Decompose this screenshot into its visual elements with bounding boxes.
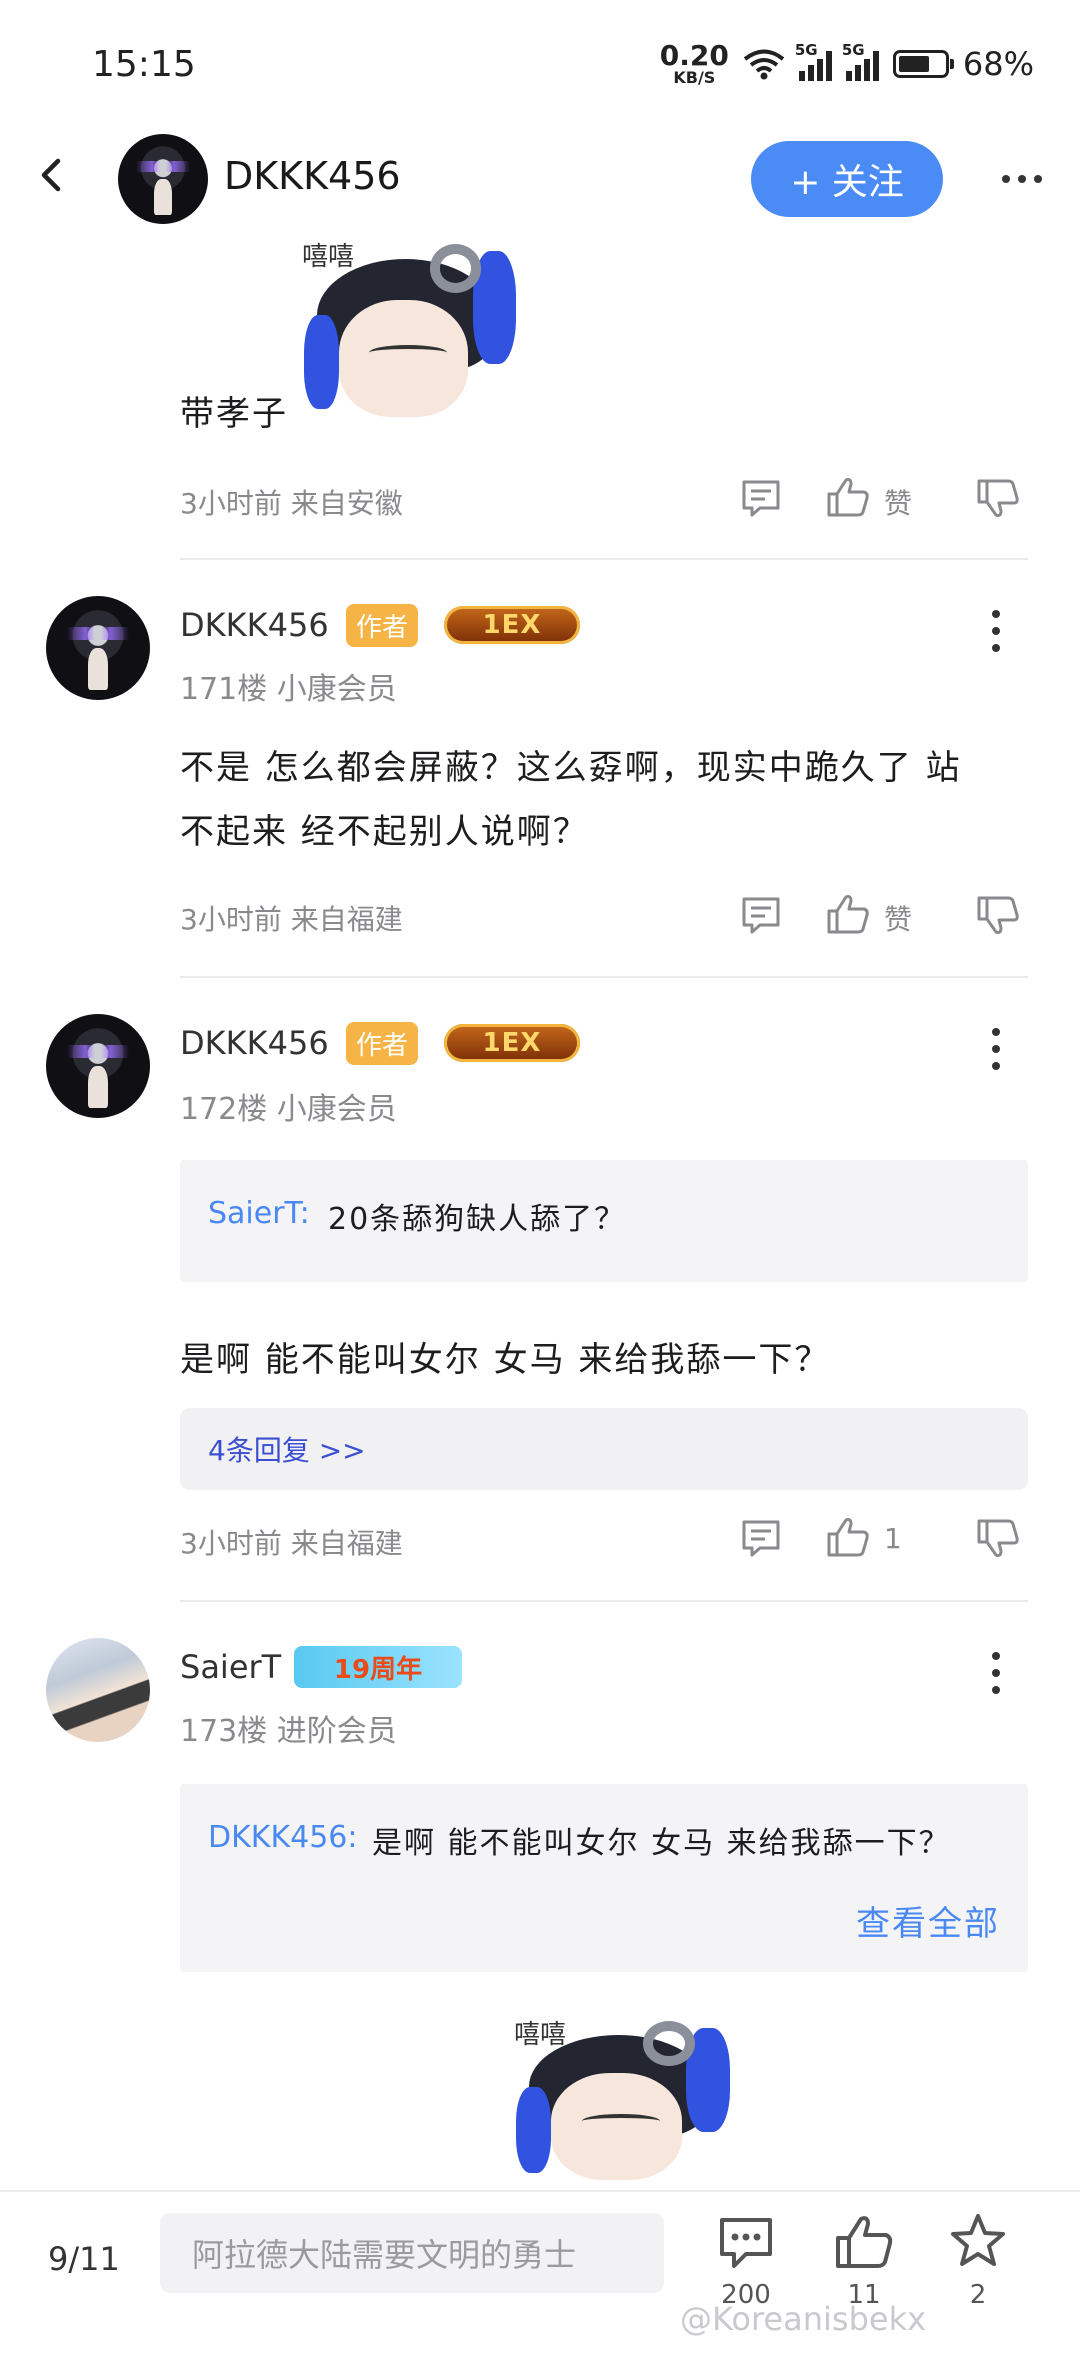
like-label[interactable]: 赞 (884, 898, 912, 938)
star-icon[interactable] (948, 2212, 1008, 2270)
back-arrow-icon[interactable] (34, 158, 68, 192)
quote-text: 是啊 能不能叫女尔 女马 来给我舔一下？ (372, 1826, 951, 1861)
post-text: 带孝子 (180, 394, 288, 434)
sticker-image: 嘻嘻 (512, 2018, 730, 2190)
dislike-icon[interactable] (976, 478, 1020, 520)
user-avatar[interactable] (46, 1014, 150, 1118)
post-username[interactable]: DKKK456 (180, 606, 329, 644)
comment-icon[interactable] (740, 1518, 782, 1558)
wifi-icon (743, 49, 785, 80)
net-speed: 0.20 KB/S (660, 42, 729, 86)
anniversary-badge: 19周年 (294, 1646, 462, 1688)
post-username[interactable]: DKKK456 (180, 1024, 329, 1062)
user-avatar[interactable] (46, 1638, 150, 1742)
like-icon[interactable] (826, 1516, 870, 1558)
comment-icon[interactable] (740, 478, 782, 518)
star-count: 2 (969, 2280, 987, 2310)
sticker-caption: 嘻嘻 (302, 242, 355, 272)
like-label[interactable]: 赞 (884, 482, 912, 522)
net-speed-unit: KB/S (673, 68, 716, 87)
like-icon[interactable] (834, 2214, 894, 2270)
sticker-image: 嘻嘻 (300, 240, 516, 428)
like-icon[interactable] (826, 476, 870, 518)
signal-type-2: 5G (841, 41, 865, 59)
comment-icon[interactable] (718, 2216, 774, 2270)
post-text: 是啊 能不能叫女尔 女马 来给我舔一下？ (180, 1340, 831, 1380)
follow-button[interactable]: + 关注 (751, 141, 943, 217)
divider (180, 1600, 1028, 1602)
post-more-icon[interactable] (992, 1028, 1000, 1070)
cell-signal-icon-1: 5G (795, 41, 832, 81)
post-meta: 3小时前 来自福建 (180, 903, 403, 936)
status-time: 15:15 (92, 44, 196, 85)
view-replies-link[interactable]: 4条回复 >> (180, 1408, 1028, 1490)
more-options-icon[interactable] (1002, 175, 1042, 183)
quoted-reply[interactable]: SaierT: 20条舔狗缺人舔了？ (180, 1160, 1028, 1282)
like-count[interactable]: 1 (884, 1522, 902, 1555)
status-icons: 0.20 KB/S 5G 5G 68% (660, 41, 1034, 86)
header-avatar[interactable] (118, 134, 208, 224)
view-all-link[interactable]: 查看全部 (856, 1896, 1000, 1945)
post-floor: 172楼 小康会员 (180, 1092, 397, 1127)
quote-text: 20条舔狗缺人舔了？ (328, 1202, 627, 1237)
level-badge: 1EX (444, 606, 580, 644)
sticker-caption: 嘻嘻 (514, 2020, 567, 2050)
level-badge: 1EX (444, 1024, 580, 1062)
dislike-icon[interactable] (976, 1518, 1020, 1560)
post-text-line1: 不是 怎么都会屏蔽？这么孬啊，现实中跪久了 站 (180, 748, 962, 788)
page-indicator[interactable]: 9/11 (48, 2240, 120, 2278)
watermark: @Koreanisbekx (680, 2300, 927, 2338)
cell-signal-icon-2: 5G (842, 41, 879, 81)
divider (180, 976, 1028, 978)
quote-username[interactable]: SaierT: (208, 1196, 310, 1231)
comment-icon[interactable] (740, 895, 782, 935)
net-speed-value: 0.20 (659, 39, 729, 72)
post-floor: 171楼 小康会员 (180, 672, 397, 707)
quote-username[interactable]: DKKK456: (208, 1820, 358, 1855)
post-meta: 3小时前 来自安徽 (180, 487, 403, 520)
post-more-icon[interactable] (992, 610, 1000, 652)
quoted-reply[interactable]: DKKK456: 是啊 能不能叫女尔 女马 来给我舔一下？ 查看全部 (180, 1784, 1028, 1972)
like-icon[interactable] (826, 893, 870, 935)
post-meta: 3小时前 来自福建 (180, 1527, 403, 1560)
post-floor: 173楼 进阶会员 (180, 1714, 397, 1749)
header-username[interactable]: DKKK456 (224, 154, 401, 198)
dislike-icon[interactable] (976, 895, 1020, 937)
author-badge: 作者 (346, 604, 419, 647)
user-avatar[interactable] (46, 596, 150, 700)
author-badge: 作者 (346, 1022, 419, 1065)
battery-icon (892, 50, 954, 78)
reply-input[interactable]: 阿拉德大陆需要文明的勇士 (160, 2213, 664, 2293)
signal-type-1: 5G (794, 41, 818, 59)
post-more-icon[interactable] (992, 1652, 1000, 1694)
divider (180, 558, 1028, 560)
post-username[interactable]: SaierT (180, 1648, 281, 1686)
battery-percent: 68% (962, 45, 1034, 83)
post-text-line2: 不起来 经不起别人说啊？ (180, 812, 589, 852)
